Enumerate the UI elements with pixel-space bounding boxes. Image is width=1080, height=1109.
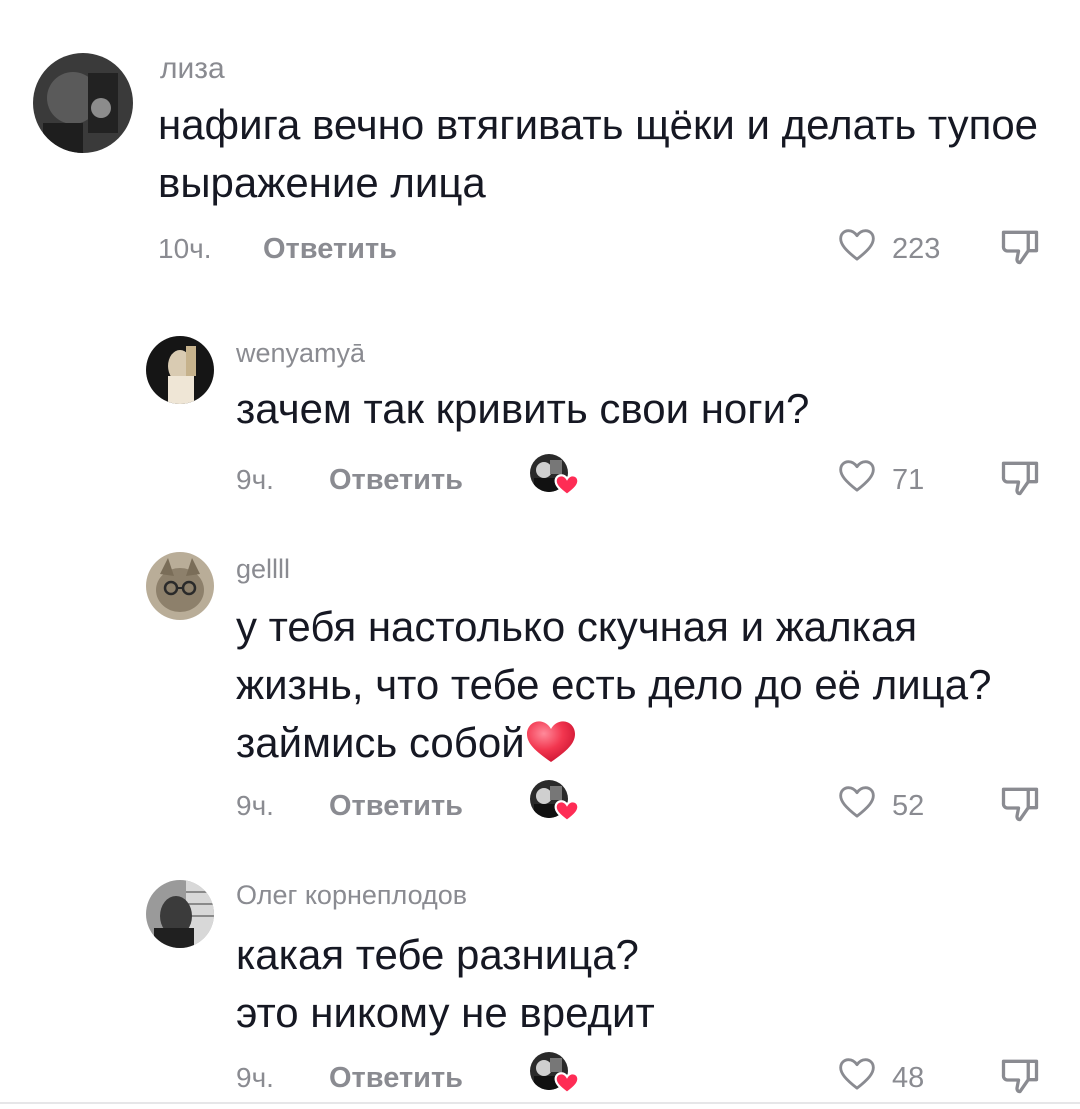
timestamp: 10ч. (158, 233, 212, 264)
comment-actions: 9ч. Ответить 52 (0, 780, 1080, 826)
avatar[interactable] (146, 880, 214, 948)
timestamp: 9ч. (236, 464, 274, 495)
avatar-image (146, 880, 214, 948)
reply-button[interactable]: Ответить (329, 786, 463, 826)
username[interactable]: Олег корнеплодов (236, 880, 467, 911)
reply-button[interactable]: Ответить (329, 460, 463, 500)
reply-button[interactable]: Ответить (263, 229, 397, 269)
username[interactable]: gellll (236, 554, 290, 585)
heart-icon[interactable] (836, 782, 878, 822)
red-heart-icon (554, 1072, 580, 1095)
thumbs-down-icon[interactable] (998, 225, 1042, 269)
creator-liked-badge (530, 1052, 580, 1095)
avatar[interactable] (146, 336, 214, 404)
red-heart-emoji (526, 721, 575, 762)
timestamp: 9ч. (236, 790, 274, 821)
heart-icon[interactable] (836, 1054, 878, 1094)
heart-icon[interactable] (836, 225, 878, 265)
creator-liked-badge (530, 454, 580, 497)
avatar[interactable] (146, 552, 214, 620)
red-heart-icon (554, 474, 580, 497)
thumbs-down-icon[interactable] (998, 782, 1042, 826)
comment-text-line: какая тебе разница? (236, 931, 639, 978)
comment-text-body: у тебя настолько скучная и жалкая жизнь,… (236, 603, 1004, 766)
like-count: 71 (892, 464, 925, 496)
comment-text-line: это никому не вредит (236, 989, 655, 1036)
thumbs-down-icon[interactable] (998, 1054, 1042, 1098)
comment-actions: 9ч. Ответить 71 (0, 454, 1080, 500)
reply-button[interactable]: Ответить (329, 1058, 463, 1098)
timestamp: 9ч. (236, 1062, 274, 1093)
divider (0, 1102, 1080, 1104)
comment-text: какая тебе разница? это никому не вредит (236, 926, 1056, 1042)
comment-actions: 9ч. Ответить 48 (0, 1052, 1080, 1098)
avatar-image (33, 53, 133, 153)
avatar-image (146, 552, 214, 620)
red-heart-icon (554, 800, 580, 823)
comment-text: нафига вечно втягивать щёки и делать туп… (158, 101, 1050, 206)
heart-icon[interactable] (836, 456, 878, 496)
username[interactable]: лиза (160, 52, 225, 86)
avatar[interactable] (33, 53, 133, 153)
comment-text: зачем так кривить свои ноги? (236, 385, 810, 432)
comment-actions: 10ч. Ответить 223 (0, 229, 1080, 269)
comment-text: у тебя настолько скучная и жалкая жизнь,… (236, 598, 1056, 772)
like-count: 48 (892, 1062, 925, 1094)
thumbs-down-icon[interactable] (998, 456, 1042, 500)
avatar-image (146, 336, 214, 404)
username[interactable]: wenyamyā (236, 338, 365, 369)
creator-liked-badge (530, 780, 580, 823)
like-count: 223 (892, 233, 941, 265)
like-count: 52 (892, 790, 925, 822)
